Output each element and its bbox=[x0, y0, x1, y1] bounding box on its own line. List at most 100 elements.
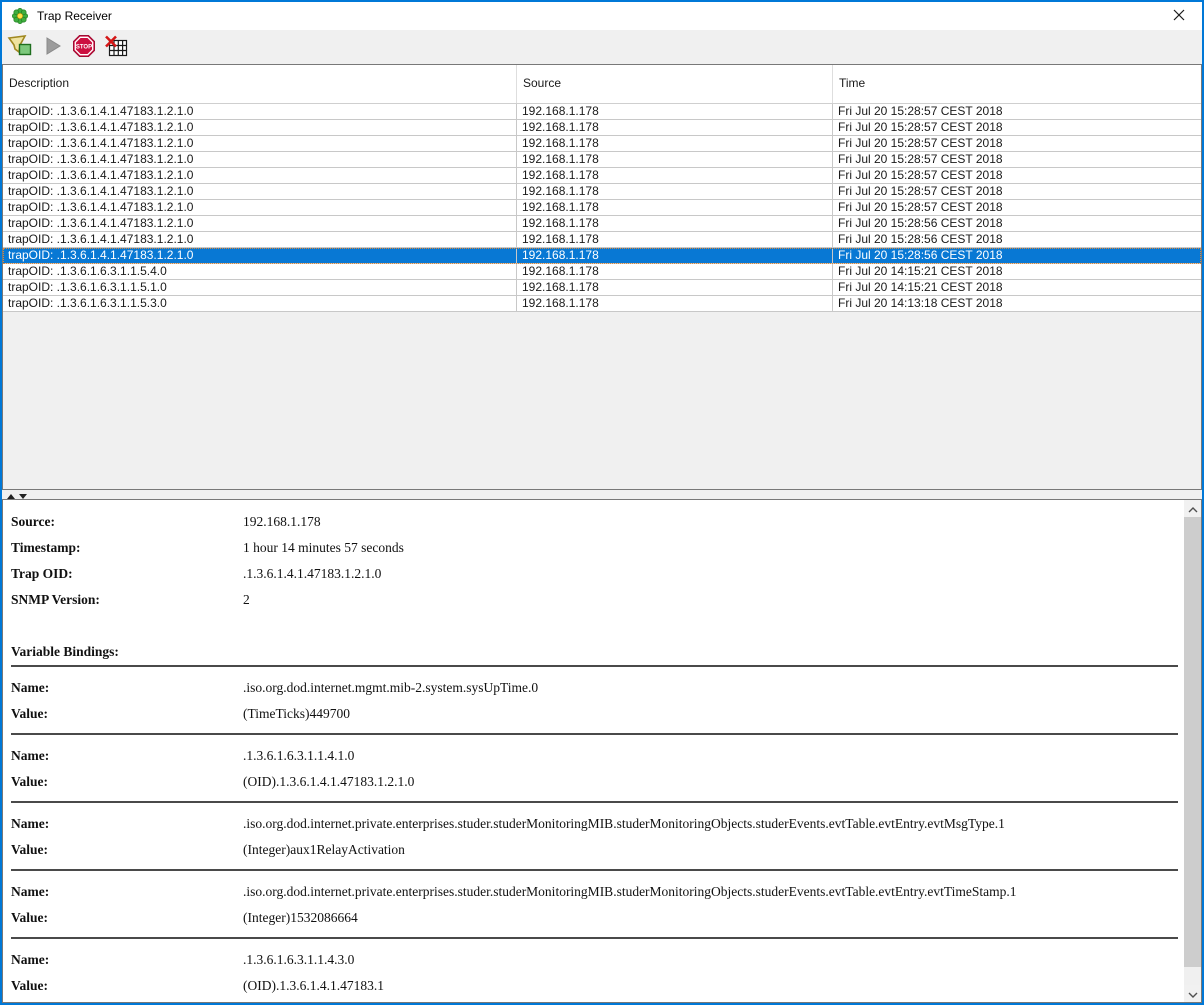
cell-description: trapOID: .1.3.6.1.4.1.47183.1.2.1.0 bbox=[3, 184, 517, 199]
binding-value-row: Value: (OID).1.3.6.1.4.1.47183.1 bbox=[11, 973, 1178, 999]
detail-field-row: Trap OID: .1.3.6.1.4.1.47183.1.2.1.0 bbox=[11, 561, 1180, 587]
close-button[interactable] bbox=[1156, 2, 1202, 30]
cell-source: 192.168.1.178 bbox=[517, 280, 833, 295]
cell-source: 192.168.1.178 bbox=[517, 168, 833, 183]
cell-time: Fri Jul 20 15:28:56 CEST 2018 bbox=[833, 216, 1201, 231]
cell-source: 192.168.1.178 bbox=[517, 296, 833, 311]
table-row[interactable]: trapOID: .1.3.6.1.4.1.47183.1.2.1.0 192.… bbox=[3, 168, 1201, 184]
trap-details-panel: Source: 192.168.1.178 Timestamp: 1 hour … bbox=[2, 499, 1202, 1003]
binding-name-row: Name: .1.3.6.1.6.3.1.1.4.1.0 bbox=[11, 743, 1178, 769]
detail-field-value: 2 bbox=[243, 592, 250, 608]
details-scrollbar[interactable] bbox=[1184, 500, 1201, 1002]
column-header-source[interactable]: Source bbox=[517, 65, 833, 103]
trap-table-header: Description Source Time bbox=[3, 65, 1201, 104]
start-button[interactable] bbox=[38, 33, 66, 61]
detail-field-value: 1 hour 14 minutes 57 seconds bbox=[243, 540, 404, 556]
cell-source: 192.168.1.178 bbox=[517, 136, 833, 151]
trap-table-body: trapOID: .1.3.6.1.4.1.47183.1.2.1.0 192.… bbox=[3, 104, 1201, 489]
cell-description: trapOID: .1.3.6.1.4.1.47183.1.2.1.0 bbox=[3, 152, 517, 167]
detail-field-label: Timestamp: bbox=[11, 540, 243, 556]
binding-value-label: Value: bbox=[11, 910, 243, 926]
variable-binding: Name: .iso.org.dod.internet.private.ente… bbox=[11, 803, 1178, 871]
cell-description: trapOID: .1.3.6.1.4.1.47183.1.2.1.0 bbox=[3, 232, 517, 247]
close-icon bbox=[1173, 9, 1185, 24]
splitter-collapse-down-button[interactable] bbox=[18, 492, 27, 498]
binding-value-row: Value: (Integer)aux1RelayActivation bbox=[11, 837, 1178, 863]
column-header-time[interactable]: Time bbox=[833, 65, 1201, 103]
binding-value-row: Value: (TimeTicks)449700 bbox=[11, 701, 1178, 727]
variable-bindings-heading: Variable Bindings: bbox=[11, 639, 1180, 665]
app-flower-icon bbox=[12, 8, 28, 24]
table-row[interactable]: trapOID: .1.3.6.1.6.3.1.1.5.1.0 192.168.… bbox=[3, 280, 1201, 296]
table-row[interactable]: trapOID: .1.3.6.1.4.1.47183.1.2.1.0 192.… bbox=[3, 248, 1201, 264]
binding-value-label: Value: bbox=[11, 978, 243, 994]
binding-name-label: Name: bbox=[11, 884, 243, 900]
binding-value-row: Value: (OID).1.3.6.1.4.1.47183.1.2.1.0 bbox=[11, 769, 1178, 795]
cell-time: Fri Jul 20 15:28:57 CEST 2018 bbox=[833, 152, 1201, 167]
binding-value-row: Value: (Integer)1532086664 bbox=[11, 905, 1178, 931]
cell-source: 192.168.1.178 bbox=[517, 232, 833, 247]
binding-name-row: Name: .iso.org.dod.internet.private.ente… bbox=[11, 811, 1178, 837]
table-row[interactable]: trapOID: .1.3.6.1.6.3.1.1.5.4.0 192.168.… bbox=[3, 264, 1201, 280]
filter-button[interactable] bbox=[6, 33, 34, 61]
variable-binding: Name: .1.3.6.1.6.3.1.1.4.3.0 Value: (OID… bbox=[11, 939, 1178, 1002]
binding-name-row: Name: .1.3.6.1.6.3.1.1.4.3.0 bbox=[11, 947, 1178, 973]
table-row[interactable]: trapOID: .1.3.6.1.4.1.47183.1.2.1.0 192.… bbox=[3, 136, 1201, 152]
stop-button[interactable]: STOP bbox=[70, 33, 98, 61]
table-row[interactable]: trapOID: .1.3.6.1.6.3.1.1.5.3.0 192.168.… bbox=[3, 296, 1201, 312]
cell-description: trapOID: .1.3.6.1.4.1.47183.1.2.1.0 bbox=[3, 216, 517, 231]
clear-table-icon bbox=[104, 34, 128, 61]
table-row[interactable]: trapOID: .1.3.6.1.4.1.47183.1.2.1.0 192.… bbox=[3, 104, 1201, 120]
cell-description: trapOID: .1.3.6.1.4.1.47183.1.2.1.0 bbox=[3, 200, 517, 215]
cell-description: trapOID: .1.3.6.1.4.1.47183.1.2.1.0 bbox=[3, 168, 517, 183]
scrollbar-up-button[interactable] bbox=[1184, 500, 1201, 517]
binding-value-value: (OID).1.3.6.1.4.1.47183.1.2.1.0 bbox=[243, 774, 414, 790]
scrollbar-thumb[interactable] bbox=[1184, 517, 1201, 967]
chevron-up-icon bbox=[1188, 501, 1198, 516]
binding-name-value: .iso.org.dod.internet.mgmt.mib-2.system.… bbox=[243, 680, 538, 696]
cell-source: 192.168.1.178 bbox=[517, 248, 833, 263]
variable-binding: Name: .iso.org.dod.internet.mgmt.mib-2.s… bbox=[11, 667, 1178, 735]
table-row[interactable]: trapOID: .1.3.6.1.4.1.47183.1.2.1.0 192.… bbox=[3, 152, 1201, 168]
binding-value-value: (Integer)1532086664 bbox=[243, 910, 358, 926]
play-icon bbox=[41, 35, 63, 60]
cell-time: Fri Jul 20 15:28:56 CEST 2018 bbox=[833, 248, 1201, 263]
binding-value-label: Value: bbox=[11, 774, 243, 790]
stop-sign-icon: STOP bbox=[72, 34, 96, 61]
binding-name-value: .iso.org.dod.internet.private.enterprise… bbox=[243, 816, 1005, 832]
binding-name-value: .1.3.6.1.6.3.1.1.4.3.0 bbox=[243, 952, 354, 968]
cell-source: 192.168.1.178 bbox=[517, 184, 833, 199]
cell-time: Fri Jul 20 15:28:56 CEST 2018 bbox=[833, 232, 1201, 247]
toolbar: STOP bbox=[2, 30, 1202, 64]
cell-source: 192.168.1.178 bbox=[517, 264, 833, 279]
table-row[interactable]: trapOID: .1.3.6.1.4.1.47183.1.2.1.0 192.… bbox=[3, 184, 1201, 200]
scrollbar-down-button[interactable] bbox=[1184, 985, 1201, 1002]
cell-time: Fri Jul 20 15:28:57 CEST 2018 bbox=[833, 136, 1201, 151]
window-title: Trap Receiver bbox=[37, 9, 112, 23]
detail-field-row: Timestamp: 1 hour 14 minutes 57 seconds bbox=[11, 535, 1180, 561]
table-row[interactable]: trapOID: .1.3.6.1.4.1.47183.1.2.1.0 192.… bbox=[3, 232, 1201, 248]
detail-field-row: Source: 192.168.1.178 bbox=[11, 509, 1180, 535]
cell-description: trapOID: .1.3.6.1.4.1.47183.1.2.1.0 bbox=[3, 136, 517, 151]
binding-name-row: Name: .iso.org.dod.internet.private.ente… bbox=[11, 879, 1178, 905]
detail-field-label: Source: bbox=[11, 514, 243, 530]
cell-time: Fri Jul 20 14:15:21 CEST 2018 bbox=[833, 264, 1201, 279]
title-bar[interactable]: Trap Receiver bbox=[2, 2, 1202, 30]
binding-value-label: Value: bbox=[11, 706, 243, 722]
cell-time: Fri Jul 20 15:28:57 CEST 2018 bbox=[833, 168, 1201, 183]
column-header-description[interactable]: Description bbox=[3, 65, 517, 103]
cell-source: 192.168.1.178 bbox=[517, 120, 833, 135]
table-row[interactable]: trapOID: .1.3.6.1.4.1.47183.1.2.1.0 192.… bbox=[3, 200, 1201, 216]
cell-time: Fri Jul 20 15:28:57 CEST 2018 bbox=[833, 184, 1201, 199]
splitter-collapse-up-button[interactable] bbox=[6, 492, 15, 498]
cell-description: trapOID: .1.3.6.1.6.3.1.1.5.1.0 bbox=[3, 280, 517, 295]
table-row[interactable]: trapOID: .1.3.6.1.4.1.47183.1.2.1.0 192.… bbox=[3, 216, 1201, 232]
binding-value-value: (OID).1.3.6.1.4.1.47183.1 bbox=[243, 978, 384, 994]
cell-source: 192.168.1.178 bbox=[517, 104, 833, 119]
cell-time: Fri Jul 20 14:13:18 CEST 2018 bbox=[833, 296, 1201, 311]
clear-table-button[interactable] bbox=[102, 33, 130, 61]
binding-name-value: .1.3.6.1.6.3.1.1.4.1.0 bbox=[243, 748, 354, 764]
table-row[interactable]: trapOID: .1.3.6.1.4.1.47183.1.2.1.0 192.… bbox=[3, 120, 1201, 136]
splitter-bar[interactable] bbox=[2, 490, 1202, 499]
binding-name-label: Name: bbox=[11, 680, 243, 696]
